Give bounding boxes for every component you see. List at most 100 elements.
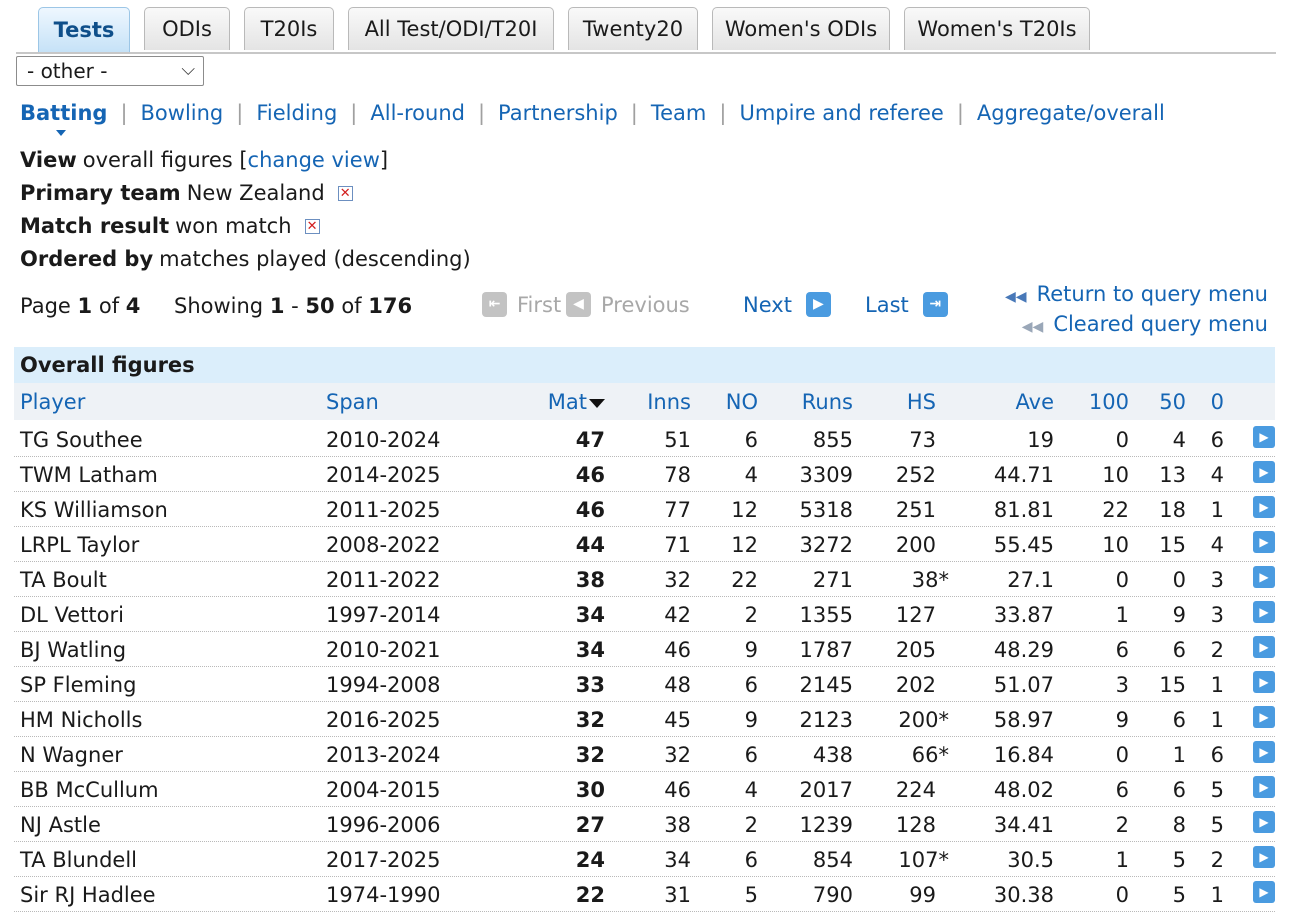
row-detail-arrow-icon[interactable]: ▶ bbox=[1253, 601, 1275, 623]
cell-high-score: 73 bbox=[909, 428, 936, 452]
filter-primary-label: Primary team bbox=[20, 181, 181, 205]
cell-runs: 1239 bbox=[799, 813, 853, 837]
cell-player-name[interactable]: KS Williamson bbox=[20, 498, 168, 522]
nav-umpire-and-referee[interactable]: Umpire and referee bbox=[739, 101, 943, 125]
cell-matches: 27 bbox=[575, 813, 605, 837]
cell-average: 55.45 bbox=[993, 533, 1054, 557]
cell-high-score: 127 bbox=[895, 603, 936, 627]
cell-innings: 32 bbox=[664, 568, 691, 592]
cell-hundreds: 0 bbox=[1115, 568, 1129, 592]
tab-womens-odis[interactable]: Women's ODIs bbox=[712, 7, 890, 50]
header-50[interactable]: 50 bbox=[1159, 390, 1186, 414]
nav-partnership[interactable]: Partnership bbox=[498, 101, 618, 125]
filter-view-value: overall figures [ bbox=[82, 148, 248, 172]
nav-team[interactable]: Team bbox=[651, 101, 707, 125]
cell-ducks: 2 bbox=[1210, 848, 1224, 872]
next-page-button[interactable]: Next ▶ bbox=[743, 292, 831, 317]
cell-hundreds: 10 bbox=[1102, 463, 1129, 487]
cell-high-score: 38* bbox=[911, 568, 949, 592]
cell-player-name[interactable]: TA Boult bbox=[20, 568, 107, 592]
remove-primary-team-icon[interactable]: ✕ bbox=[337, 185, 353, 201]
cell-matches: 32 bbox=[575, 708, 605, 732]
filter-primary-value: New Zealand bbox=[186, 181, 325, 205]
row-detail-arrow-icon[interactable]: ▶ bbox=[1253, 811, 1275, 833]
header-player[interactable]: Player bbox=[20, 390, 85, 414]
header-hs[interactable]: HS bbox=[907, 390, 936, 414]
header-inns[interactable]: Inns bbox=[647, 390, 691, 414]
row-detail-arrow-icon[interactable]: ▶ bbox=[1253, 846, 1275, 868]
row-detail-arrow-icon[interactable]: ▶ bbox=[1253, 531, 1275, 553]
cell-not-outs: 2 bbox=[744, 813, 758, 837]
last-page-label[interactable]: Last bbox=[865, 293, 909, 317]
cell-player-name[interactable]: TA Blundell bbox=[20, 848, 137, 872]
nav-separator: | bbox=[630, 101, 638, 125]
tab-twenty20[interactable]: Twenty20 bbox=[568, 7, 698, 50]
cell-player-name[interactable]: TG Southee bbox=[20, 428, 143, 452]
cell-player-name[interactable]: TWM Latham bbox=[20, 463, 158, 487]
cell-matches: 32 bbox=[575, 743, 605, 767]
row-detail-arrow-icon[interactable]: ▶ bbox=[1253, 636, 1275, 658]
page-indicator: Page 1 of 4 bbox=[20, 294, 141, 318]
header-no[interactable]: NO bbox=[726, 390, 758, 414]
other-format-select[interactable]: - other - ⌵ bbox=[16, 56, 204, 86]
cell-innings: 42 bbox=[664, 603, 691, 627]
cell-player-name[interactable]: LRPL Taylor bbox=[20, 533, 139, 557]
nav-all-round[interactable]: All-round bbox=[370, 101, 465, 125]
row-detail-arrow-icon[interactable]: ▶ bbox=[1253, 496, 1275, 518]
header-0[interactable]: 0 bbox=[1211, 390, 1224, 414]
cell-average: 51.07 bbox=[993, 673, 1054, 697]
cell-player-name[interactable]: DL Vettori bbox=[20, 603, 124, 627]
cell-fifties: 18 bbox=[1159, 498, 1186, 522]
tab-t20is[interactable]: T20Is bbox=[244, 7, 334, 50]
cell-not-outs: 9 bbox=[744, 708, 758, 732]
nav-fielding[interactable]: Fielding bbox=[256, 101, 337, 125]
cell-player-name[interactable]: NJ Astle bbox=[20, 813, 101, 837]
row-detail-arrow-icon[interactable]: ▶ bbox=[1253, 426, 1275, 448]
nav-bowling[interactable]: Bowling bbox=[141, 101, 224, 125]
nav-batting[interactable]: Batting bbox=[20, 101, 107, 136]
cell-player-name[interactable]: BJ Watling bbox=[20, 638, 126, 662]
tab-tests[interactable]: Tests bbox=[38, 7, 130, 52]
table-row: TG Southee 2010-2024 47 51 6 855 73 19 0 4 6 ▶ bbox=[14, 422, 1275, 457]
cell-player-name[interactable]: HM Nicholls bbox=[20, 708, 142, 732]
header-runs[interactable]: Runs bbox=[802, 390, 853, 414]
cell-career-span: 1997-2014 bbox=[326, 603, 441, 627]
header-span[interactable]: Span bbox=[326, 390, 379, 414]
row-detail-arrow-icon[interactable]: ▶ bbox=[1253, 741, 1275, 763]
cell-fifties: 5 bbox=[1172, 848, 1186, 872]
row-detail-arrow-icon[interactable]: ▶ bbox=[1253, 461, 1275, 483]
nav-aggregate-overall[interactable]: Aggregate/overall bbox=[977, 101, 1165, 125]
next-page-icon[interactable]: ▶ bbox=[805, 292, 831, 317]
cleared-query-menu-link[interactable]: Cleared query menu bbox=[1053, 312, 1268, 336]
tab-odis[interactable]: ODIs bbox=[144, 7, 230, 50]
change-view-link[interactable]: change view bbox=[248, 148, 380, 172]
cell-player-name[interactable]: N Wagner bbox=[20, 743, 123, 767]
tab-womens-t20is[interactable]: Women's T20Is bbox=[904, 7, 1090, 50]
cell-hundreds: 10 bbox=[1102, 533, 1129, 557]
header-100[interactable]: 100 bbox=[1089, 390, 1129, 414]
remove-match-result-icon[interactable]: ✕ bbox=[304, 218, 320, 234]
cell-ducks: 1 bbox=[1210, 673, 1224, 697]
cell-runs: 2123 bbox=[799, 708, 853, 732]
cell-innings: 78 bbox=[664, 463, 691, 487]
last-page-icon[interactable]: ⇥ bbox=[922, 292, 948, 317]
row-detail-arrow-icon[interactable]: ▶ bbox=[1253, 671, 1275, 693]
row-detail-arrow-icon[interactable]: ▶ bbox=[1253, 881, 1275, 903]
header-ave[interactable]: Ave bbox=[1016, 390, 1054, 414]
tab-all-test-odi-t20i[interactable]: All Test/ODI/T20I bbox=[348, 7, 554, 50]
row-detail-arrow-icon[interactable]: ▶ bbox=[1253, 776, 1275, 798]
nav-separator: | bbox=[719, 101, 727, 125]
cell-player-name[interactable]: BB McCullum bbox=[20, 778, 159, 802]
last-page-button[interactable]: Last ⇥ bbox=[865, 292, 948, 317]
return-to-query-menu-link[interactable]: Return to query menu bbox=[1037, 282, 1268, 306]
cell-career-span: 2014-2025 bbox=[326, 463, 441, 487]
cell-player-name[interactable]: SP Fleming bbox=[20, 673, 136, 697]
row-detail-arrow-icon[interactable]: ▶ bbox=[1253, 566, 1275, 588]
next-page-label[interactable]: Next bbox=[743, 293, 792, 317]
filter-result-value: won match bbox=[175, 214, 292, 238]
header-mat[interactable]: Mat bbox=[548, 390, 605, 414]
cell-runs: 2017 bbox=[799, 778, 853, 802]
cell-fifties: 13 bbox=[1159, 463, 1186, 487]
row-detail-arrow-icon[interactable]: ▶ bbox=[1253, 706, 1275, 728]
cell-player-name[interactable]: Sir RJ Hadlee bbox=[20, 883, 156, 907]
